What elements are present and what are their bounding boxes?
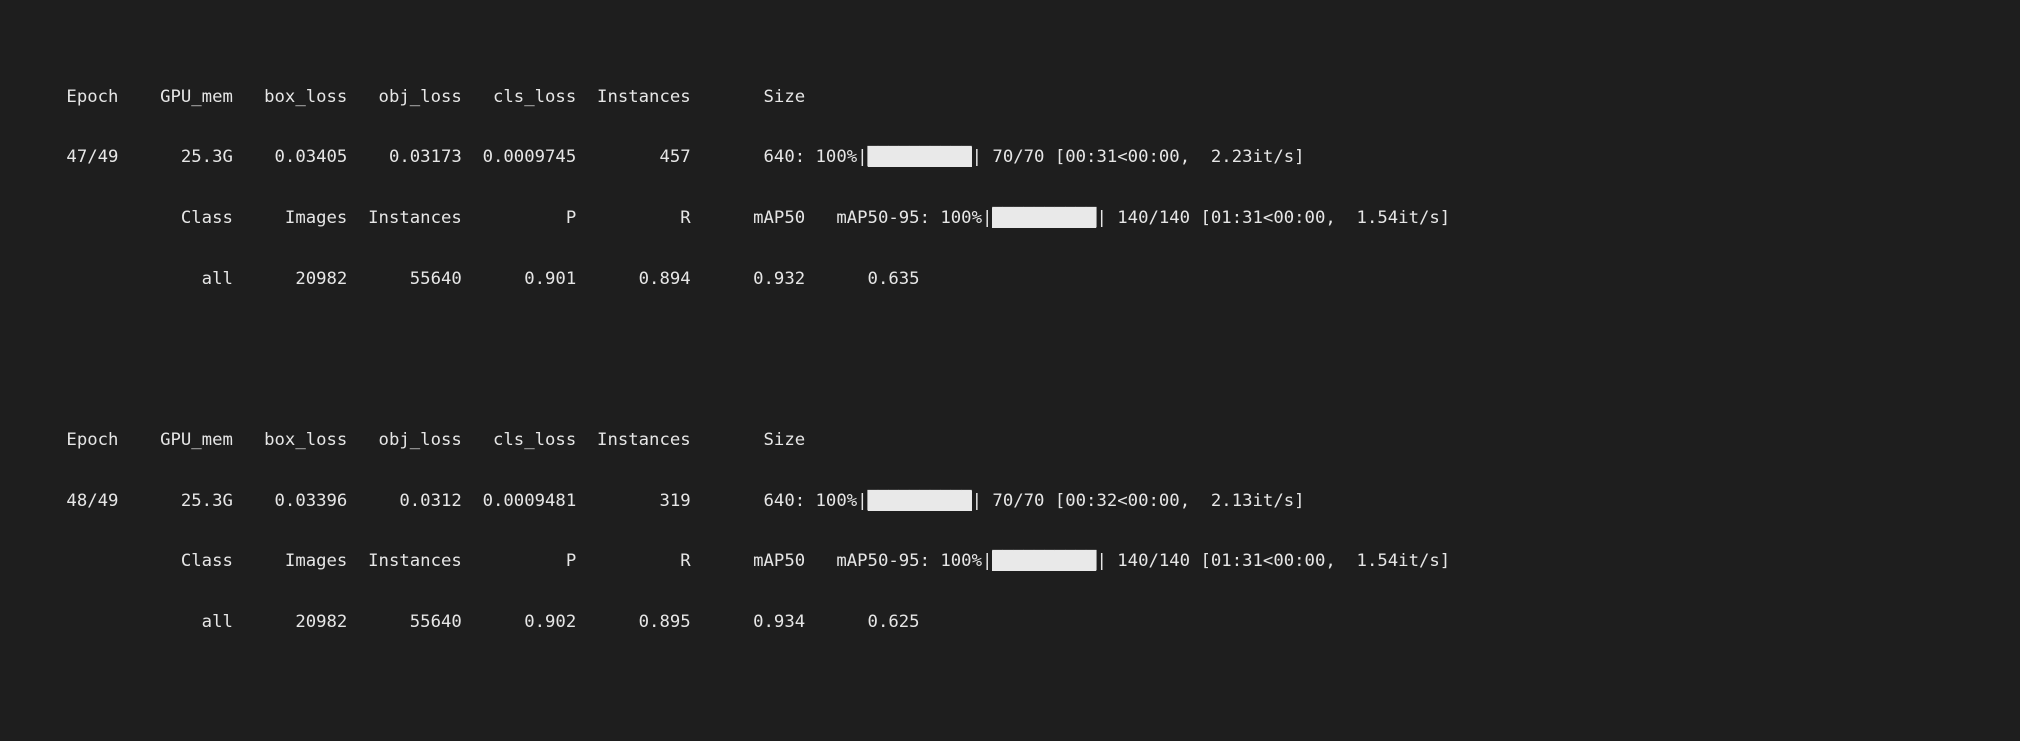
epoch-header-row: Epoch GPU_mem box_loss obj_loss cls_loss…: [4, 430, 806, 451]
epoch-progress-stats: | 70/70 [00:32<00:00, 2.13it/s]: [971, 490, 1305, 511]
class-header-row: Class Images Instances P R mAP50 mAP50-9…: [4, 551, 2020, 572]
val-progress-bar: ██████████: [992, 551, 1097, 572]
terminal-window: Epoch GPU_mem box_loss obj_loss cls_loss…: [0, 0, 2020, 741]
epoch-values-text: 47/49 25.3G 0.03405 0.03173 0.0009745 45…: [4, 147, 868, 168]
terminal-screen: Epoch GPU_mem box_loss obj_loss cls_loss…: [0, 0, 2020, 741]
val-progress-bar: ██████████: [992, 208, 1097, 228]
val-progress-stats: | 140/140 [01:31<00:00, 1.54it/s]: [1096, 208, 1451, 228]
class-header-text: Class Images Instances P R mAP50 mAP50-9…: [4, 208, 993, 228]
epoch-values-text: 48/49 25.3G 0.03396 0.0312 0.0009481 319…: [4, 490, 868, 511]
epoch-progress-stats: | 70/70 [00:31<00:00, 2.23it/s]: [971, 147, 1305, 168]
val-progress-stats: | 140/140 [01:31<00:00, 1.54it/s]: [1096, 551, 1451, 572]
class-header-text: Class Images Instances P R mAP50 mAP50-9…: [4, 551, 993, 572]
epoch-progress-bar: ██████████: [867, 147, 972, 168]
epoch-header-row: Epoch GPU_mem box_loss obj_loss cls_loss…: [4, 86, 806, 107]
class-header-row: Class Images Instances P R mAP50 mAP50-9…: [4, 208, 2020, 228]
class-results-row: all 20982 55640 0.901 0.894 0.932 0.635: [4, 268, 920, 289]
epoch-progress-row: 48/49 25.3G 0.03396 0.0312 0.0009481 319…: [4, 490, 2020, 511]
class-results-row: all 20982 55640 0.902 0.895 0.934 0.625: [4, 611, 920, 632]
epoch-progress-bar: ██████████: [867, 490, 972, 511]
epoch-progress-row: 47/49 25.3G 0.03405 0.03173 0.0009745 45…: [4, 147, 2020, 168]
